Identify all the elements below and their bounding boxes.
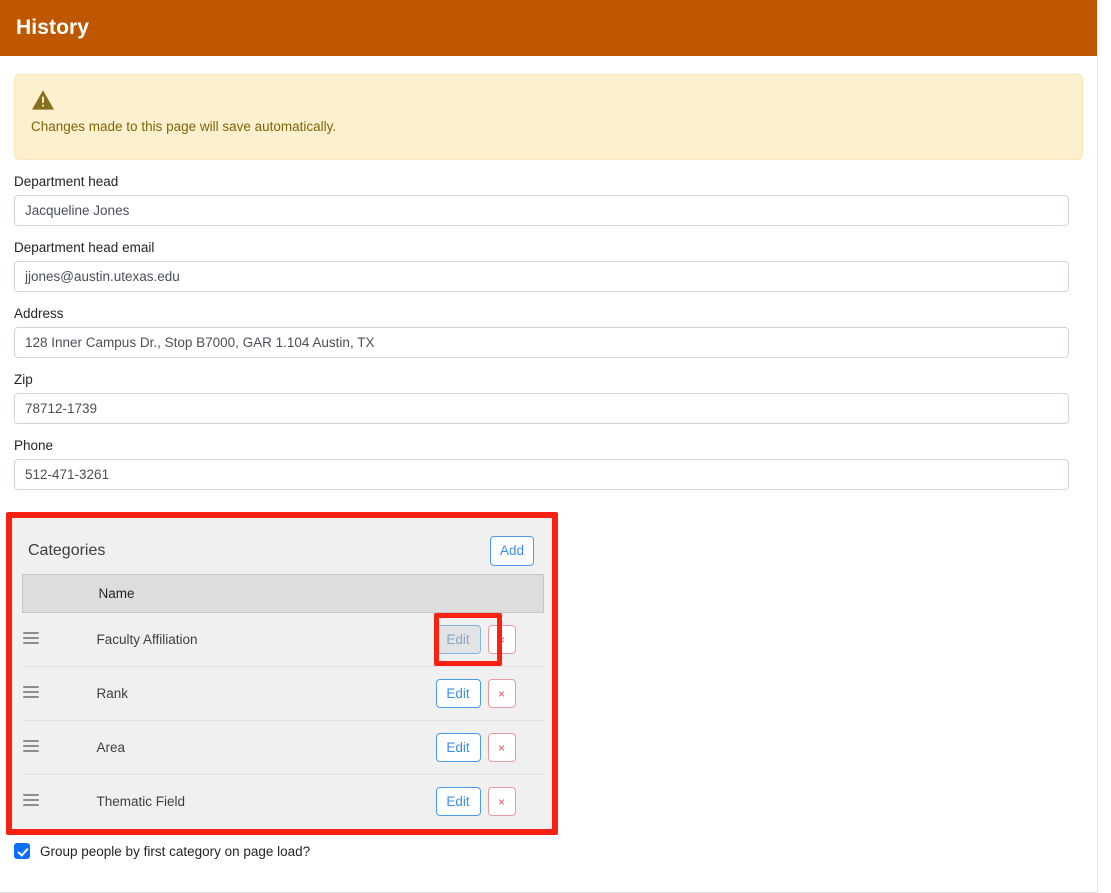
table-header-row: Name (22, 574, 544, 613)
field-address: Address (14, 306, 1083, 358)
app-header: History (0, 0, 1097, 56)
edit-category-button[interactable]: Edit (435, 679, 481, 708)
row-actions-cell: Edit × (435, 720, 544, 775)
categories-table: Name Faculty Affiliation Edit × Rank Edi… (22, 574, 544, 829)
table-row: Rank Edit × (22, 666, 544, 721)
phone-input[interactable] (14, 459, 1069, 490)
drag-handle-icon[interactable] (22, 632, 39, 644)
edit-category-button[interactable]: Edit (435, 787, 481, 817)
delete-category-button[interactable]: × (487, 787, 516, 817)
row-handle-cell (22, 612, 97, 667)
page-title: History (16, 16, 90, 39)
categories-title: Categories (28, 542, 106, 559)
column-header-name: Name (96, 574, 436, 613)
category-name: Faculty Affiliation (96, 612, 436, 667)
categories-highlight-annotation: Categories Add Name Faculty Affiliation … (6, 512, 558, 835)
add-category-button[interactable]: Add (490, 536, 534, 566)
row-actions-cell: Edit × (435, 774, 544, 829)
table-row: Area Edit × (22, 720, 544, 775)
row-handle-cell (22, 774, 97, 829)
address-input[interactable] (14, 327, 1069, 358)
field-label-address: Address (14, 306, 64, 321)
category-name: Thematic Field (96, 774, 436, 829)
field-label-department-head: Department head (14, 174, 119, 189)
group-by-category-checkbox[interactable] (14, 843, 30, 859)
delete-category-button[interactable]: × (487, 679, 516, 708)
table-row: Faculty Affiliation Edit × (22, 612, 544, 667)
field-phone: Phone (14, 438, 1083, 490)
delete-category-button[interactable]: × (487, 733, 516, 762)
column-header-handle (22, 574, 97, 613)
page-root: History Changes made to this page will s… (0, 0, 1097, 893)
row-handle-cell (22, 720, 97, 775)
department-head-input[interactable] (14, 195, 1069, 226)
delete-category-button[interactable]: × (487, 625, 516, 654)
field-department-head-email: Department head email (14, 240, 1083, 292)
field-label-phone: Phone (14, 438, 54, 453)
department-head-email-input[interactable] (14, 261, 1069, 292)
category-name: Rank (96, 666, 436, 721)
page-content: Changes made to this page will save auto… (0, 74, 1097, 490)
row-actions-cell: Edit × (435, 612, 544, 667)
drag-handle-icon[interactable] (22, 740, 39, 752)
column-header-actions (435, 574, 544, 613)
vertical-scrollbar[interactable] (1097, 0, 1111, 893)
warning-triangle-icon (31, 89, 1066, 111)
row-handle-cell (22, 666, 97, 721)
group-by-category-label: Group people by first category on page l… (40, 843, 311, 859)
edit-category-button[interactable]: Edit (435, 733, 481, 762)
edit-category-button[interactable]: Edit (435, 625, 481, 654)
field-label-department-head-email: Department head email (14, 240, 155, 255)
drag-handle-icon[interactable] (22, 686, 39, 698)
group-by-category-row: Group people by first category on page l… (14, 843, 310, 859)
row-actions-cell: Edit × (435, 666, 544, 721)
field-zip: Zip (14, 372, 1083, 424)
autosave-alert: Changes made to this page will save auto… (14, 74, 1083, 160)
autosave-alert-text: Changes made to this page will save auto… (31, 119, 337, 134)
category-name: Area (96, 720, 436, 775)
categories-panel: Categories Add Name Faculty Affiliation … (12, 518, 552, 829)
categories-table-body: Faculty Affiliation Edit × Rank Edit × A… (22, 612, 544, 829)
field-label-zip: Zip (14, 372, 33, 387)
categories-table-head: Name (22, 574, 544, 613)
categories-header: Categories Add (22, 528, 542, 572)
table-row: Thematic Field Edit × (22, 774, 544, 829)
zip-input[interactable] (14, 393, 1069, 424)
drag-handle-icon[interactable] (22, 794, 39, 807)
field-department-head: Department head (14, 174, 1083, 226)
